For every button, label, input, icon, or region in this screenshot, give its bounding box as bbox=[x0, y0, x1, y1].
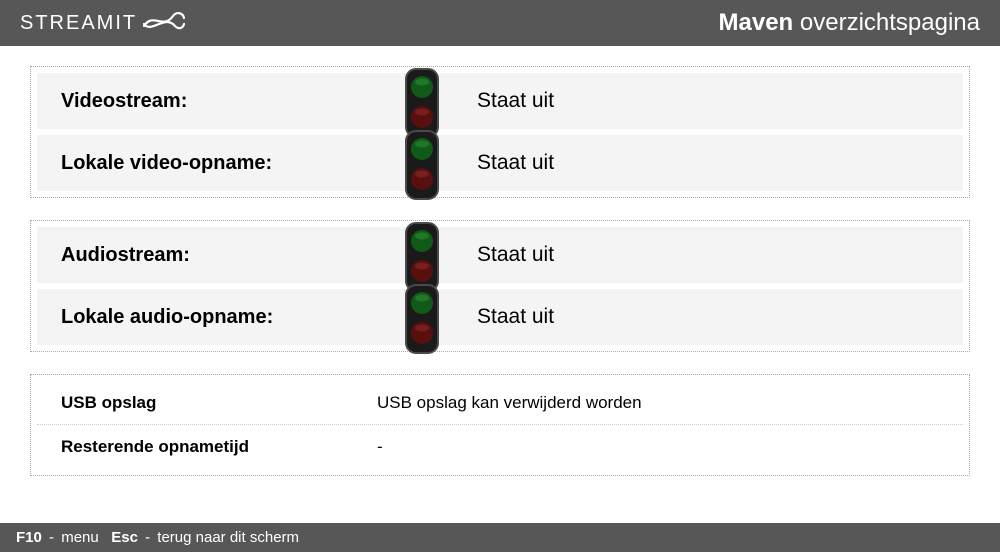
row-value: Staat uit bbox=[467, 243, 554, 267]
traffic-light-wrap bbox=[377, 73, 467, 129]
info-value: USB opslag kan verwijderd worden bbox=[377, 393, 642, 413]
info-group: USB opslag USB opslag kan verwijderd wor… bbox=[30, 374, 970, 476]
footer-key-esc: Esc bbox=[111, 529, 138, 546]
row-label: Lokale video-opname: bbox=[37, 152, 377, 175]
status-row: Videostream: Staat uit bbox=[37, 73, 963, 129]
page-title: Maven overzichtspagina bbox=[719, 9, 980, 37]
footer-key-f10: F10 bbox=[16, 529, 42, 546]
traffic-light-wrap bbox=[377, 289, 467, 345]
logo-text: STREAMIT bbox=[20, 12, 137, 35]
row-label: Videostream: bbox=[37, 90, 377, 113]
info-value: - bbox=[377, 437, 383, 457]
logo-swirl-icon bbox=[143, 10, 185, 37]
row-label: Audiostream: bbox=[37, 244, 377, 267]
info-row: Resterende opnametijd - bbox=[37, 425, 963, 469]
row-value: Staat uit bbox=[467, 305, 554, 329]
status-row: Audiostream: Staat uit bbox=[37, 227, 963, 283]
video-status-group: Videostream: Staat uit Lokale video-opna… bbox=[30, 66, 970, 198]
traffic-light-icon bbox=[402, 129, 442, 201]
footer-bar: F10 - menu Esc - terug naar dit scherm bbox=[0, 523, 1000, 552]
page-title-bold: Maven bbox=[719, 9, 794, 36]
status-row: Lokale audio-opname: Staat uit bbox=[37, 289, 963, 345]
footer-key-esc-desc: terug naar dit scherm bbox=[157, 529, 299, 546]
page-title-light: overzichtspagina bbox=[800, 9, 980, 36]
status-row: Lokale video-opname: Staat uit bbox=[37, 135, 963, 191]
footer-key-f10-desc: menu bbox=[61, 529, 99, 546]
traffic-light-wrap bbox=[377, 227, 467, 283]
row-label: Lokale audio-opname: bbox=[37, 306, 377, 329]
info-row: USB opslag USB opslag kan verwijderd wor… bbox=[37, 381, 963, 425]
traffic-light-wrap bbox=[377, 135, 467, 191]
logo: STREAMIT bbox=[20, 10, 185, 37]
footer-sep: - bbox=[45, 529, 58, 546]
content-area: Videostream: Staat uit Lokale video-opna… bbox=[0, 46, 1000, 508]
row-value: Staat uit bbox=[467, 89, 554, 113]
info-label: Resterende opnametijd bbox=[37, 437, 377, 457]
row-value: Staat uit bbox=[467, 151, 554, 175]
info-label: USB opslag bbox=[37, 393, 377, 413]
audio-status-group: Audiostream: Staat uit Lokale audio-opna… bbox=[30, 220, 970, 352]
header-bar: STREAMIT Maven overzichtspagina bbox=[0, 0, 1000, 46]
footer-sep: - bbox=[141, 529, 154, 546]
traffic-light-icon bbox=[402, 283, 442, 355]
